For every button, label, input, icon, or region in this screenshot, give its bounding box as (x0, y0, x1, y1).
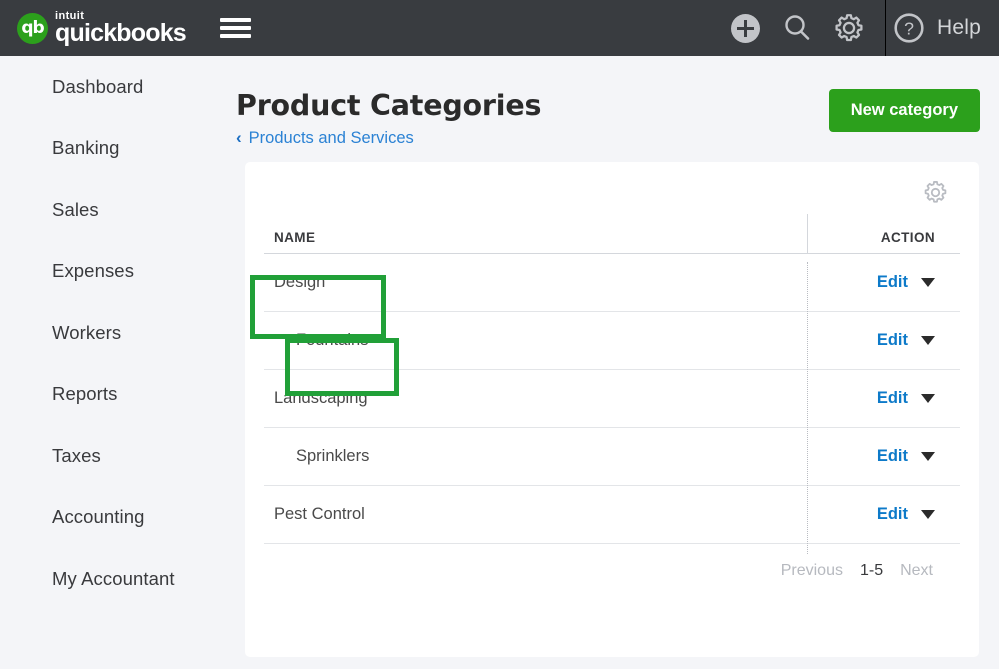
gear-icon (922, 179, 949, 206)
chevron-down-icon[interactable] (921, 336, 935, 345)
edit-link[interactable]: Edit (877, 273, 908, 292)
sidebar-item-label: Expenses (52, 260, 134, 282)
sidebar-item-banking[interactable]: Banking (0, 118, 245, 180)
row-actions: Edit (815, 273, 960, 292)
categories-table: NAME ACTION Design Edit Fountains Edit (245, 214, 979, 580)
edit-link[interactable]: Edit (877, 389, 908, 408)
sidebar-item-label: My Accountant (52, 568, 175, 590)
create-new-button[interactable] (719, 0, 771, 56)
sidebar-item-label: Banking (52, 137, 120, 159)
sidebar-item-expenses[interactable]: Expenses (0, 241, 245, 303)
table-header-row: NAME ACTION (264, 214, 960, 254)
topbar-divider (885, 0, 886, 56)
sidebar-item-sales[interactable]: Sales (0, 179, 245, 241)
column-divider-dotted (807, 262, 808, 554)
column-header-name: NAME (264, 230, 815, 245)
help-button[interactable]: ? Help (892, 0, 999, 56)
quickbooks-logo[interactable]: qb intuit quickbooks (17, 11, 186, 45)
chevron-left-icon: ‹ (236, 128, 242, 148)
gear-icon (833, 12, 865, 44)
column-divider-solid (807, 214, 808, 254)
qb-mark-icon: qb (17, 13, 48, 44)
logo-wordmark: intuit quickbooks (55, 11, 186, 45)
table-toolbar (245, 162, 979, 214)
chevron-down-icon[interactable] (921, 452, 935, 461)
pagination: Previous 1-5 Next (264, 544, 960, 580)
top-navigation-bar: qb intuit quickbooks (0, 0, 999, 56)
chevron-down-icon[interactable] (921, 278, 935, 287)
hamburger-icon[interactable] (218, 8, 253, 48)
hamburger-bar (220, 18, 251, 22)
sidebar-item-label: Sales (52, 199, 99, 221)
sidebar-navigation: Dashboard Banking Sales Expenses Workers… (0, 56, 245, 669)
main-content: Product Categories ‹ Products and Servic… (245, 56, 999, 669)
edit-link[interactable]: Edit (877, 505, 908, 524)
settings-button[interactable] (823, 0, 875, 56)
category-name: Fountains (264, 331, 815, 350)
chevron-down-icon[interactable] (921, 510, 935, 519)
table-row[interactable]: Pest Control Edit (264, 486, 960, 544)
breadcrumb-link: Products and Services (249, 129, 414, 148)
topbar-actions: ? Help (719, 0, 999, 56)
category-name: Pest Control (264, 505, 815, 524)
previous-page-button[interactable]: Previous (781, 562, 843, 580)
sidebar-item-label: Taxes (52, 445, 101, 467)
table-row[interactable]: Design Edit (264, 254, 960, 312)
logo-quickbooks-text: quickbooks (55, 21, 186, 45)
breadcrumb[interactable]: ‹ Products and Services (236, 128, 414, 148)
hamburger-bar (220, 34, 251, 38)
column-header-action: ACTION (815, 230, 960, 245)
category-name: Design (264, 273, 815, 292)
sidebar-item-taxes[interactable]: Taxes (0, 425, 245, 487)
category-name: Sprinklers (264, 447, 815, 466)
question-circle-icon: ? (892, 11, 926, 45)
svg-text:?: ? (904, 19, 914, 39)
new-category-button[interactable]: New category (829, 89, 980, 132)
sidebar-item-my-accountant[interactable]: My Accountant (0, 548, 245, 610)
sidebar-item-label: Dashboard (52, 76, 143, 98)
row-actions: Edit (815, 447, 960, 466)
help-label: Help (937, 16, 981, 40)
row-actions: Edit (815, 505, 960, 524)
next-page-button[interactable]: Next (900, 562, 933, 580)
row-actions: Edit (815, 389, 960, 408)
page-range-label: 1-5 (860, 562, 883, 580)
table-settings-button[interactable] (922, 179, 949, 211)
quickbooks-app: qb intuit quickbooks (0, 0, 999, 669)
table-row[interactable]: Fountains Edit (264, 312, 960, 370)
category-name: Landscaping (264, 389, 815, 408)
row-actions: Edit (815, 331, 960, 350)
sidebar-item-workers[interactable]: Workers (0, 302, 245, 364)
sidebar-item-dashboard[interactable]: Dashboard (0, 56, 245, 118)
categories-card: NAME ACTION Design Edit Fountains Edit (245, 162, 979, 657)
page-header: Product Categories ‹ Products and Servic… (245, 56, 999, 162)
hamburger-bar (220, 26, 251, 30)
sidebar-item-label: Accounting (52, 506, 145, 528)
table-row[interactable]: Landscaping Edit (264, 370, 960, 428)
sidebar-item-label: Workers (52, 322, 121, 344)
edit-link[interactable]: Edit (877, 447, 908, 466)
edit-link[interactable]: Edit (877, 331, 908, 350)
search-icon (781, 12, 813, 44)
table-row[interactable]: Sprinklers Edit (264, 428, 960, 486)
plus-icon (731, 14, 760, 43)
page-title: Product Categories (236, 89, 541, 122)
sidebar-item-label: Reports (52, 383, 117, 405)
sidebar-item-accounting[interactable]: Accounting (0, 487, 245, 549)
search-button[interactable] (771, 0, 823, 56)
sidebar-item-reports[interactable]: Reports (0, 364, 245, 426)
chevron-down-icon[interactable] (921, 394, 935, 403)
